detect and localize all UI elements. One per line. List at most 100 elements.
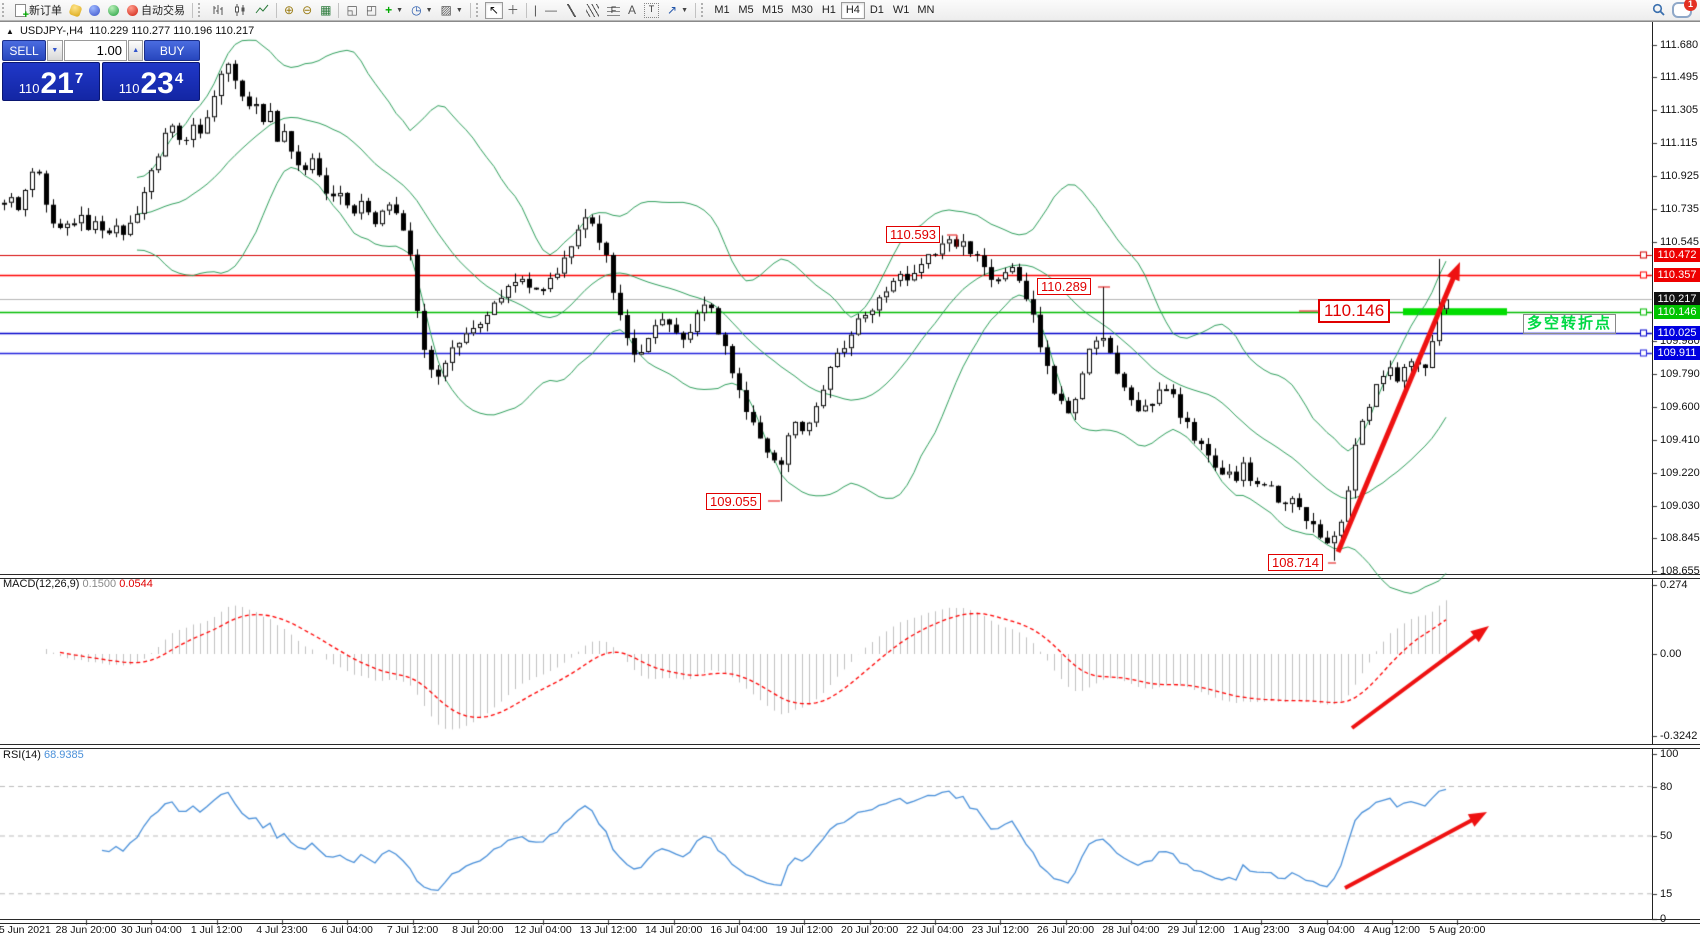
rsi-scale-label: 100 — [1660, 748, 1700, 760]
time-axis-label: 6 Jul 04:00 — [322, 924, 373, 936]
zoom-in-icon: ⊕ — [284, 4, 294, 17]
templates-button[interactable]: ▨▼ — [437, 2, 467, 19]
crosshair-icon: ＋ — [507, 4, 519, 17]
zoom-out-button[interactable]: ⊖ — [298, 2, 316, 19]
price-tick-label: 110.545 — [1660, 236, 1700, 248]
cursor-tool-button[interactable]: ↖ — [485, 2, 503, 19]
fibonacci-tool-button[interactable]: F — [603, 2, 624, 19]
price-tick-label: 110.925 — [1660, 170, 1700, 182]
accounts-button[interactable] — [85, 2, 104, 19]
sell-quote-button[interactable]: 110 21 7 — [2, 62, 100, 101]
time-axis-label: 28 Jul 04:00 — [1102, 924, 1159, 936]
notification-badge: 1 — [1684, 0, 1697, 11]
timeframe-button-w1[interactable]: W1 — [889, 2, 914, 19]
price-callout-109.055[interactable]: 109.055 — [706, 493, 761, 510]
buy-quote-button[interactable]: 110 23 4 — [102, 62, 200, 101]
channel-icon — [586, 4, 599, 17]
bid-main: 21 — [41, 69, 74, 99]
lot-decrease-button[interactable]: ▼ — [47, 40, 62, 61]
price-tick-label: 109.600 — [1660, 401, 1700, 413]
price-callout-110.146[interactable]: 110.146 — [1318, 299, 1390, 323]
market-watch-button[interactable] — [66, 2, 85, 19]
sell-button[interactable]: SELL — [2, 40, 46, 61]
time-axis-label: 23 Jul 12:00 — [972, 924, 1029, 936]
time-axis-label: 26 Jul 20:00 — [1037, 924, 1094, 936]
timeframe-button-m30[interactable]: M30 — [787, 2, 816, 19]
timeframe-button-m15[interactable]: M15 — [758, 2, 787, 19]
cascade-icon: ◱ — [346, 4, 357, 17]
time-axis-label: 13 Jul 12:00 — [580, 924, 637, 936]
time-axis-label: 5 Aug 20:00 — [1429, 924, 1485, 936]
rsi-label: RSI(14) 68.9385 — [3, 749, 84, 761]
timeframe-button-m1[interactable]: M1 — [710, 2, 734, 19]
price-callout-110.593[interactable]: 110.593 — [886, 226, 940, 243]
candlestick-mode-button[interactable] — [229, 2, 251, 19]
price-tick-label: 109.220 — [1660, 467, 1700, 479]
signals-button[interactable] — [104, 2, 123, 19]
timeframe-button-d1[interactable]: D1 — [865, 2, 889, 19]
zoom-out-icon: ⊖ — [302, 4, 312, 17]
periods-button[interactable]: ◷▼ — [407, 2, 436, 19]
timeframe-button-h1[interactable]: H1 — [817, 2, 841, 19]
chevron-down-icon: ▼ — [456, 7, 463, 14]
macd-scale-label: -0.3242 — [1660, 730, 1700, 742]
vertical-line-tool-button[interactable]: | — [530, 2, 541, 19]
price-tick-label: 108.845 — [1660, 532, 1700, 544]
timeframe-button-m5[interactable]: M5 — [734, 2, 758, 19]
chart-canvas[interactable] — [0, 0, 1700, 938]
cascade-windows-button[interactable]: ◱ — [342, 2, 361, 19]
timeframe-button-h4[interactable]: H4 — [841, 2, 865, 19]
arrows-tool-button[interactable]: ↗▼ — [663, 2, 692, 19]
time-axis-label: 4 Aug 12:00 — [1364, 924, 1420, 936]
bar-chart-icon — [211, 3, 225, 17]
time-axis-label: 12 Jul 04:00 — [514, 924, 571, 936]
toolbar-separator — [276, 3, 277, 18]
bull-bear-turning-point-note[interactable]: 多空转折点 — [1523, 314, 1616, 334]
macd-scale-label: 0.274 — [1660, 579, 1700, 591]
tile-windows-button[interactable]: ▦ — [316, 2, 335, 19]
price-tag-110.357: 110.357 — [1654, 268, 1700, 282]
time-axis-label: 1 Jul 12:00 — [191, 924, 242, 936]
zoom-in-button[interactable]: ⊕ — [280, 2, 298, 19]
notifications-icon[interactable]: 1 — [1672, 2, 1692, 18]
template-icon: ▨ — [441, 4, 452, 17]
fibonacci-icon: F — [607, 4, 620, 17]
signal-icon — [108, 5, 119, 16]
new-order-button[interactable]: 新订单 — [11, 2, 66, 19]
mt4-terminal: 新订单 自动交易 ⊕ ⊖ ▦ ◱ ◰ +▼ ◷▼ ▨▼ ↖ ＋ | — — [0, 0, 1700, 938]
timeframe-button-mn[interactable]: MN — [913, 2, 938, 19]
arrange-windows-button[interactable]: ◰ — [362, 2, 381, 19]
price-tick-label: 111.680 — [1660, 39, 1700, 51]
price-tick-label: 108.655 — [1660, 565, 1700, 577]
buy-button[interactable]: BUY — [144, 40, 200, 61]
new-order-label: 新订单 — [29, 2, 62, 18]
price-tick-label: 111.495 — [1660, 71, 1700, 83]
vertical-line-icon: | — [534, 4, 537, 17]
lot-size-input[interactable]: 1.00 — [64, 40, 127, 61]
price-callout-108.714[interactable]: 108.714 — [1268, 554, 1323, 571]
price-tag-109.911: 109.911 — [1654, 346, 1700, 360]
time-axis-label: 29 Jul 12:00 — [1167, 924, 1224, 936]
bar-chart-mode-button[interactable] — [207, 2, 229, 19]
horizontal-line-tool-button[interactable]: — — [541, 2, 561, 19]
autotrading-button[interactable]: 自动交易 — [123, 2, 189, 19]
line-chart-mode-button[interactable] — [251, 2, 273, 19]
price-callout-110.289[interactable]: 110.289 — [1037, 278, 1091, 295]
search-icon[interactable] — [1652, 3, 1666, 17]
time-axis-label: 4 Jul 23:00 — [256, 924, 307, 936]
text-tool-button[interactable]: A — [624, 2, 640, 19]
macd-name: MACD(12,26,9) — [3, 578, 79, 590]
timeframe-bar: M1M5M15M30H1H4D1W1MN — [710, 2, 938, 19]
crosshair-tool-button[interactable]: ＋ — [503, 2, 523, 19]
one-click-trading-panel: SELL ▼ 1.00 ▲ BUY 110 21 7 110 23 4 — [2, 40, 200, 101]
trendline-tool-button[interactable] — [561, 2, 582, 19]
time-axis-label: 1 Aug 23:00 — [1233, 924, 1289, 936]
toolbar-separator — [526, 3, 527, 18]
bid-prefix: 110 — [19, 81, 40, 96]
time-axis-label: 19 Jul 12:00 — [776, 924, 833, 936]
text-label-tool-button[interactable]: T — [640, 2, 663, 19]
price-tick-label: 109.410 — [1660, 434, 1700, 446]
channel-tool-button[interactable] — [582, 2, 603, 19]
lot-increase-button[interactable]: ▲ — [128, 40, 143, 61]
add-indicator-button[interactable]: +▼ — [381, 2, 407, 19]
